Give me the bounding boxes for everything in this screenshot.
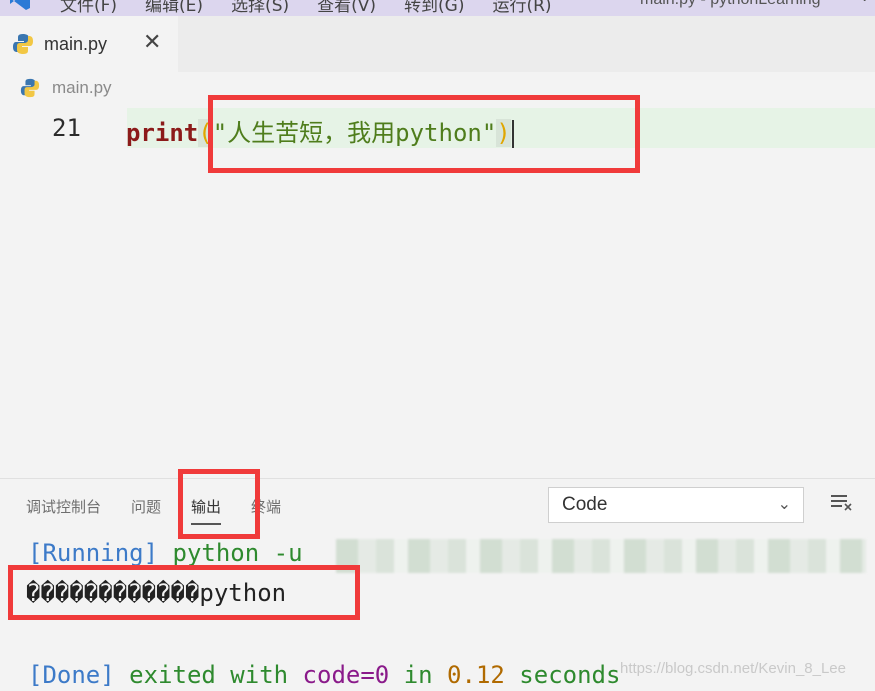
vscode-logo-icon: [10, 0, 30, 10]
breadcrumb[interactable]: main.py: [20, 78, 112, 98]
menu-bar: 文件(F) 编辑(E) 选择(S) 查看(V) 转到(G) 运行(R): [60, 0, 552, 16]
done-tag: [Done]: [28, 661, 115, 689]
done-text: exited with: [114, 661, 303, 689]
python-file-icon: [20, 78, 40, 98]
output-channel-select[interactable]: Code ⌄: [548, 487, 804, 523]
running-command: python -u: [158, 539, 317, 567]
menu-run[interactable]: 运行(R): [492, 0, 551, 16]
done-in: in: [389, 661, 448, 689]
tab-label: main.py: [44, 33, 108, 54]
tab-problems[interactable]: 问题: [131, 496, 161, 517]
output-running-line: [Running] python -u: [28, 539, 317, 567]
menu-view[interactable]: 查看(V): [317, 0, 376, 16]
editor-tab-main-py[interactable]: main.py ✕: [0, 16, 178, 72]
watermark: https://blog.csdn.net/Kevin_8_Lee: [620, 660, 846, 677]
chevron-down-icon[interactable]: ˅: [860, 0, 869, 8]
redacted-path: [336, 539, 866, 573]
output-done-line: [Done] exited with code=0 in 0.12 second…: [28, 661, 620, 689]
close-icon[interactable]: ✕: [143, 29, 161, 55]
title-bar: 文件(F) 编辑(E) 选择(S) 查看(V) 转到(G) 运行(R) main…: [0, 0, 875, 16]
annotation-box-garbled-output: [8, 565, 360, 620]
panel-tabs: 调试控制台 问题 输出 终端: [26, 496, 311, 525]
running-tag: [Running]: [28, 539, 159, 567]
annotation-box-code: [208, 95, 640, 173]
menu-go[interactable]: 转到(G): [404, 0, 464, 16]
annotation-box-output-tab: [178, 469, 260, 539]
python-file-icon: [13, 34, 33, 54]
tab-debug-console[interactable]: 调试控制台: [26, 496, 101, 517]
menu-edit[interactable]: 编辑(E): [145, 0, 203, 16]
window-title: main.py - pythonLearning: [640, 0, 821, 9]
elapsed-time: 0.12: [447, 661, 505, 689]
code-function-name: print: [126, 119, 199, 147]
breadcrumb-label: main.py: [52, 78, 112, 97]
menu-selection[interactable]: 选择(S): [231, 0, 289, 16]
menu-file[interactable]: 文件(F): [60, 0, 117, 16]
done-seconds: seconds: [504, 661, 621, 689]
line-number: 21: [52, 114, 81, 142]
output-channel-value: Code: [562, 494, 608, 515]
chevron-down-icon: ⌄: [777, 496, 791, 513]
clear-output-icon[interactable]: [830, 493, 854, 511]
exit-code: code=0: [302, 661, 390, 689]
